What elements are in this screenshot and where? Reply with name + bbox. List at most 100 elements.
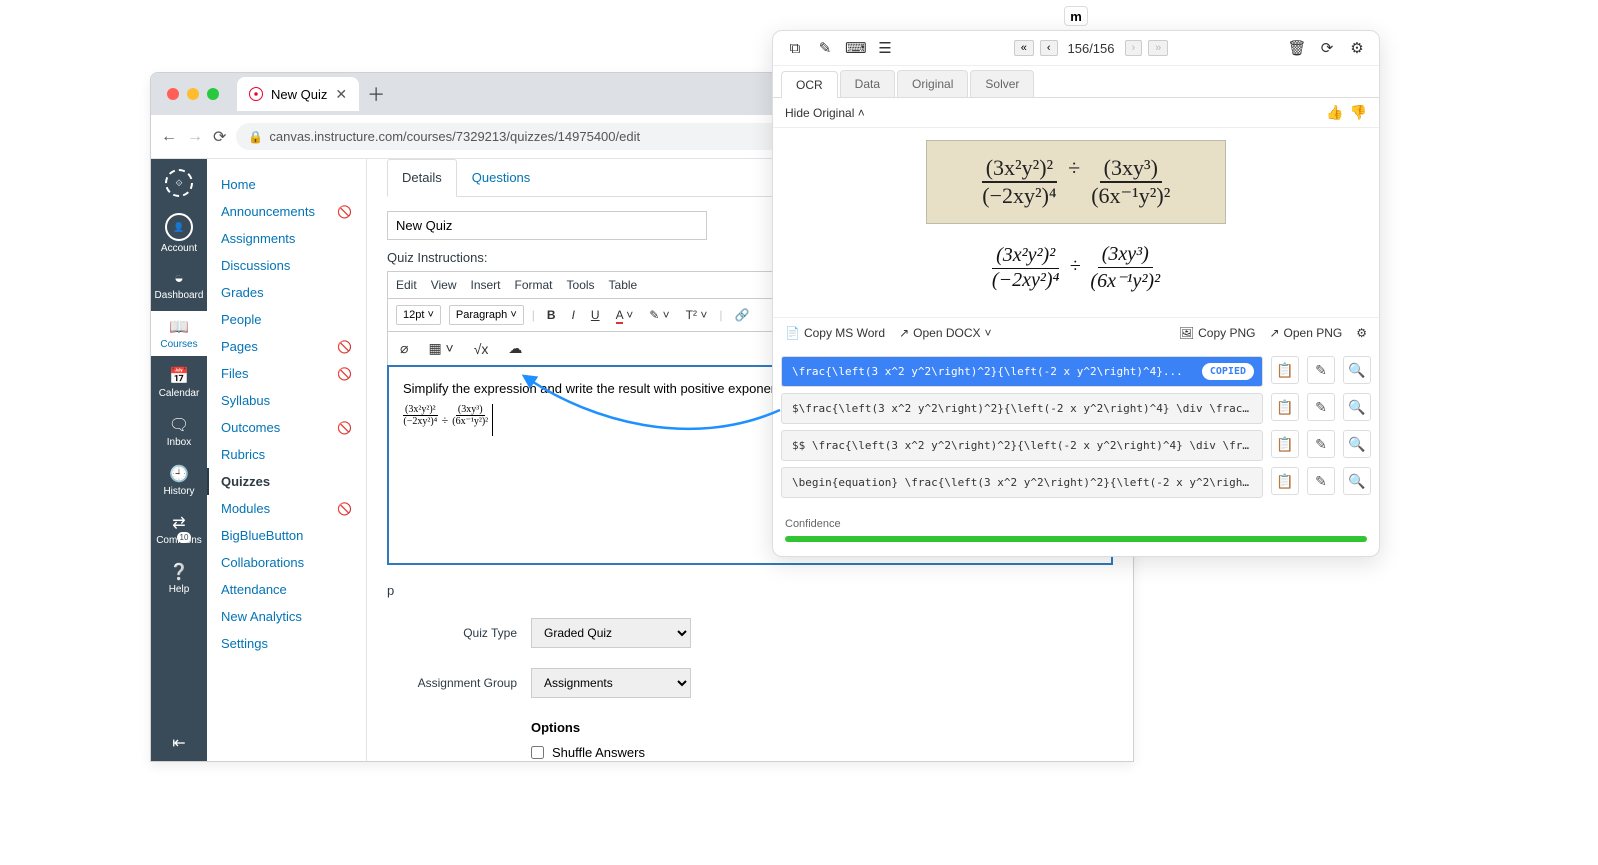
nav-inbox[interactable]: 🗨Inbox [151, 409, 207, 454]
mathpix-handle-icon[interactable]: m [1064, 6, 1088, 26]
maximize-window-icon[interactable] [207, 88, 219, 100]
sidebar-item-settings[interactable]: Settings [207, 630, 366, 657]
sidebar-item-bigbluebutton[interactable]: BigBlueButton [207, 522, 366, 549]
prev-page-button[interactable]: ‹ [1040, 40, 1058, 56]
search-icon[interactable]: 🔍 [1343, 393, 1371, 421]
open-png-button[interactable]: ↗ Open PNG [1269, 326, 1342, 340]
sidebar-item-new-analytics[interactable]: New Analytics [207, 603, 366, 630]
code-block[interactable]: $\frac{\left(3 x^2 y^2\right)^2}{\left(-… [781, 393, 1263, 424]
sidebar-item-rubrics[interactable]: Rubrics [207, 441, 366, 468]
tab-details[interactable]: Details [387, 159, 457, 197]
textcolor-button[interactable]: A ˅ [612, 306, 638, 324]
superscript-button[interactable]: T² ˅ [682, 306, 712, 324]
group-select[interactable]: Assignments [531, 668, 691, 698]
copy-word-button[interactable]: 📄 Copy MS Word [785, 326, 885, 340]
back-button[interactable]: ← [161, 128, 177, 146]
lines-icon[interactable]: ☰ [875, 39, 895, 57]
nav-courses[interactable]: 📖Courses [151, 311, 207, 356]
ptab-solver[interactable]: Solver [970, 70, 1034, 97]
menu-format[interactable]: Format [515, 278, 553, 292]
nav-history[interactable]: 🕘History [151, 458, 207, 503]
ptab-ocr[interactable]: OCR [781, 71, 838, 98]
search-icon[interactable]: 🔍 [1343, 356, 1371, 384]
keyboard-icon[interactable]: ⌨ [845, 39, 865, 57]
sidebar-item-grades[interactable]: Grades [207, 279, 366, 306]
thumbs-down-icon[interactable]: 👎 [1350, 104, 1367, 121]
edit-icon[interactable]: ✎ [1307, 356, 1335, 384]
close-window-icon[interactable] [167, 88, 179, 100]
highlight-button[interactable]: ✎ ˅ [645, 306, 673, 324]
gear-icon[interactable]: ⚙ [1347, 39, 1367, 57]
menu-table[interactable]: Table [609, 278, 638, 292]
refresh-icon[interactable]: ⟳ [1317, 39, 1337, 57]
sidebar-item-collaborations[interactable]: Collaborations [207, 549, 366, 576]
edit-icon[interactable]: ✎ [1307, 393, 1335, 421]
menu-edit[interactable]: Edit [396, 278, 417, 292]
search-icon[interactable]: 🔍 [1343, 467, 1371, 495]
sidebar-item-quizzes[interactable]: Quizzes [207, 468, 366, 495]
quiztype-select[interactable]: Graded Quiz [531, 618, 691, 648]
copy-icon[interactable]: 📋 [1271, 430, 1299, 458]
sidebar-item-outcomes[interactable]: Outcomes🚫 [207, 414, 366, 441]
forward-button[interactable]: → [187, 128, 203, 146]
crop-icon[interactable]: ⧉ [785, 40, 805, 57]
sidebar-item-modules[interactable]: Modules🚫 [207, 495, 366, 522]
nav-help[interactable]: ❔10Help [151, 556, 207, 601]
ptab-original[interactable]: Original [897, 70, 968, 97]
menu-insert[interactable]: Insert [470, 278, 500, 292]
link-button[interactable]: 🔗 [730, 306, 753, 324]
fontsize-select[interactable]: 12pt ˅ [396, 305, 441, 325]
sidebar-item-discussions[interactable]: Discussions [207, 252, 366, 279]
italic-button[interactable]: I [568, 306, 579, 324]
code-block[interactable]: \begin{equation} \frac{\left(3 x^2 y^2\r… [781, 467, 1263, 498]
code-block[interactable]: $$ \frac{\left(3 x^2 y^2\right)^2}{\left… [781, 430, 1263, 461]
underline-button[interactable]: U [587, 306, 604, 324]
nav-commons[interactable]: ⇄Commons [151, 507, 207, 552]
sidebar-item-syllabus[interactable]: Syllabus [207, 387, 366, 414]
copy-icon[interactable]: 📋 [1271, 467, 1299, 495]
shuffle-checkbox[interactable] [531, 746, 544, 759]
ptab-data[interactable]: Data [840, 70, 895, 97]
brush-icon[interactable]: ✎ [815, 39, 835, 57]
hide-original-toggle[interactable]: Hide Original ˄ [785, 106, 865, 120]
sidebar-item-home[interactable]: Home [207, 171, 366, 198]
copy-png-button[interactable]: 🖼 Copy PNG [1179, 326, 1256, 340]
nav-logo[interactable]: ⟐ [151, 163, 207, 203]
sidebar-item-announcements[interactable]: Announcements🚫 [207, 198, 366, 225]
close-tab-icon[interactable]: ✕ [335, 86, 347, 103]
code-block[interactable]: \frac{\left(3 x^2 y^2\right)^2}{\left(-2… [781, 356, 1263, 387]
clear-button[interactable]: ⌀ [396, 338, 412, 359]
nav-account[interactable]: 👤Account [151, 207, 207, 260]
sidebar-item-pages[interactable]: Pages🚫 [207, 333, 366, 360]
shuffle-row[interactable]: Shuffle Answers [531, 745, 1113, 760]
sidebar-item-assignments[interactable]: Assignments [207, 225, 366, 252]
menu-tools[interactable]: Tools [567, 278, 595, 292]
export-settings-icon[interactable]: ⚙ [1356, 326, 1367, 340]
thumbs-up-icon[interactable]: 👍 [1326, 104, 1343, 121]
tab-new-quiz[interactable]: New Quiz ✕ [237, 77, 359, 111]
minimize-window-icon[interactable] [187, 88, 199, 100]
quiz-title-input[interactable] [387, 211, 707, 240]
sqrt-button[interactable]: √x [470, 339, 493, 359]
sidebar-item-files[interactable]: Files🚫 [207, 360, 366, 387]
new-tab-button[interactable]: ＋ [367, 81, 385, 107]
first-page-button[interactable]: « [1014, 40, 1034, 56]
open-docx-button[interactable]: ↗ Open DOCX ˅ [899, 326, 991, 340]
reload-button[interactable]: ⟳ [213, 127, 226, 147]
copy-icon[interactable]: 📋 [1271, 393, 1299, 421]
nav-dashboard[interactable]: ◒Dashboard [151, 264, 207, 307]
next-page-button[interactable]: › [1125, 40, 1143, 56]
paragraph-select[interactable]: Paragraph ˅ [449, 305, 524, 325]
menu-view[interactable]: View [431, 278, 457, 292]
copy-icon[interactable]: 📋 [1271, 356, 1299, 384]
search-icon[interactable]: 🔍 [1343, 430, 1371, 458]
table-button[interactable]: ▦ ˅ [424, 338, 457, 359]
nav-calendar[interactable]: 📅Calendar [151, 360, 207, 405]
edit-icon[interactable]: ✎ [1307, 467, 1335, 495]
tab-questions[interactable]: Questions [457, 159, 546, 196]
bold-button[interactable]: B [543, 306, 560, 324]
collapse-nav-icon[interactable]: ⇤ [172, 733, 185, 753]
last-page-button[interactable]: » [1148, 40, 1168, 56]
edit-icon[interactable]: ✎ [1307, 430, 1335, 458]
sidebar-item-people[interactable]: People [207, 306, 366, 333]
